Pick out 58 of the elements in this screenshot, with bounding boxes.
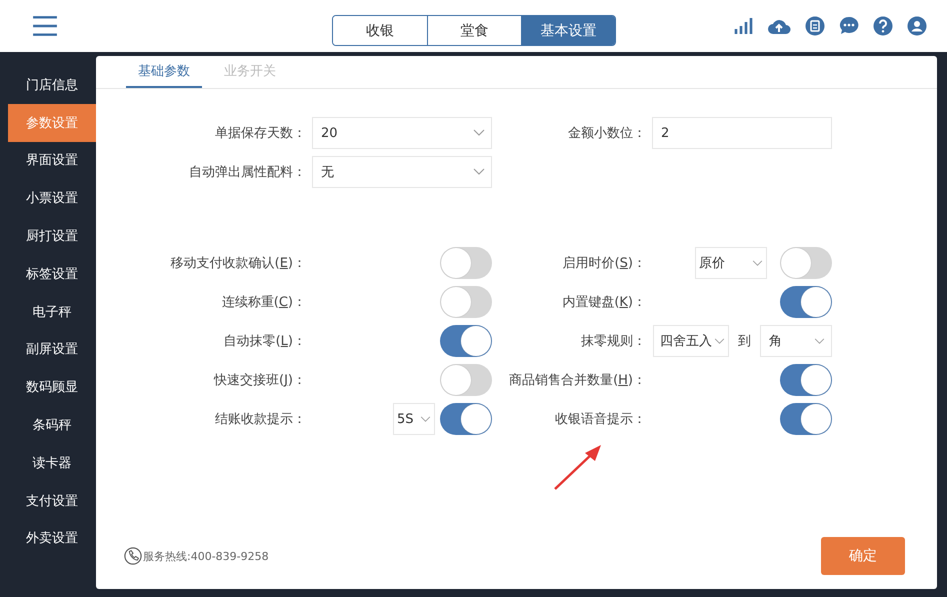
document-icon[interactable] [805, 16, 825, 36]
dropdown[interactable]: 无 [312, 156, 492, 188]
toggle-switch[interactable] [440, 403, 492, 435]
dropdown[interactable]: 原价 [695, 247, 767, 279]
toggle-switch[interactable] [780, 364, 832, 396]
setting-label: 抹零规则： [580, 333, 647, 350]
phone-icon [124, 547, 142, 565]
hotline-text: 服务热线:400-839-9258 [143, 548, 269, 564]
toggle-switch[interactable] [780, 286, 832, 318]
setting-label: 结账收款提示： [214, 411, 307, 428]
dropdown[interactable]: 20 [312, 117, 492, 149]
chat-icon[interactable] [839, 16, 859, 36]
chevron-icon [752, 260, 763, 266]
field-label: 单据保存天数： [214, 125, 307, 142]
dropdown[interactable]: 角 [760, 325, 832, 357]
chevron-icon [473, 168, 485, 176]
toggle-switch[interactable] [440, 247, 492, 279]
signal-icon[interactable] [733, 16, 753, 36]
help-icon[interactable] [873, 16, 893, 36]
sidebar-item[interactable]: 数码顾显 [8, 368, 96, 406]
joiner-text: 到 [738, 333, 751, 350]
sidebar-item[interactable]: 条码秤 [8, 406, 96, 444]
setting-label: 收银语音提示： [554, 411, 647, 428]
chevron-icon [814, 338, 825, 344]
setting-label: 商品销售合并数量(H)： [508, 372, 647, 389]
toggle-switch[interactable] [440, 364, 492, 396]
setting-label: 启用时价(S)： [562, 255, 647, 272]
setting-label: 移动支付收款确认(E)： [170, 255, 307, 272]
input-field[interactable]: 2 [652, 117, 832, 149]
menu-icon[interactable] [32, 15, 58, 37]
sidebar-item[interactable]: 副屏设置 [8, 330, 96, 368]
sidebar-item[interactable]: 门店信息 [8, 66, 96, 104]
setting-label: 自动抹零(L)： [222, 333, 307, 350]
dropdown[interactable]: 四舍五入 [653, 325, 729, 357]
chevron-icon [473, 129, 485, 137]
chevron-icon [420, 416, 431, 422]
field-label: 金额小数位： [567, 125, 647, 142]
setting-label: 连续称重(C)： [220, 294, 307, 311]
setting-label: 内置键盘(K)： [561, 294, 647, 311]
sub-tab[interactable]: 基础参数 [126, 56, 202, 88]
sidebar-item[interactable]: 支付设置 [8, 482, 96, 520]
sidebar-item[interactable]: 外卖设置 [8, 520, 96, 558]
field-label: 自动弹出属性配料： [188, 164, 307, 181]
sidebar-item[interactable]: 厨打设置 [8, 217, 96, 255]
sidebar-item[interactable]: 标签设置 [8, 254, 96, 293]
toggle-switch[interactable] [440, 325, 492, 357]
chevron-icon [714, 338, 725, 344]
user-icon[interactable] [907, 16, 927, 36]
top-tab[interactable]: 基本设置 [521, 16, 615, 45]
toggle-switch[interactable] [780, 403, 832, 435]
dropdown[interactable]: 5S [393, 403, 435, 435]
toggle-switch[interactable] [440, 286, 492, 318]
toggle-switch[interactable] [780, 247, 832, 279]
sidebar-item[interactable]: 小票设置 [8, 179, 96, 218]
sidebar-item[interactable]: 读卡器 [8, 444, 96, 482]
sidebar-item[interactable]: 电子秤 [8, 292, 96, 331]
sidebar-item[interactable]: 界面设置 [8, 142, 96, 180]
setting-label: 快速交接班(J)： [212, 372, 307, 389]
